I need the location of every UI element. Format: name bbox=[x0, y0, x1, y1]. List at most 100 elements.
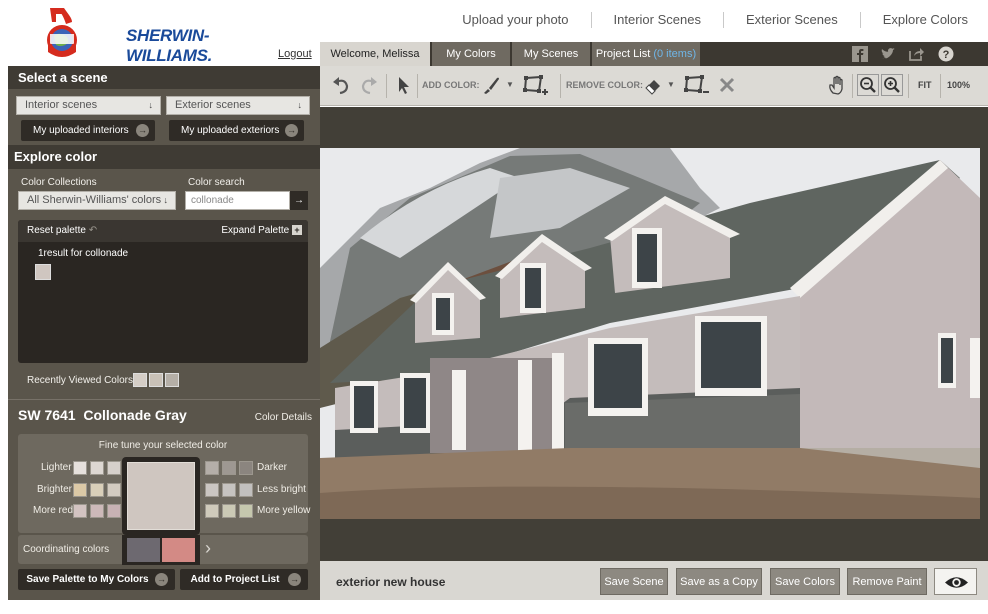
expand-palette-button[interactable]: Expand Palette + bbox=[221, 225, 302, 236]
more-red-label: More red bbox=[33, 505, 74, 516]
remove-paint-button[interactable]: Remove Paint bbox=[847, 568, 927, 595]
selected-color-name: Collonade Gray bbox=[83, 407, 187, 423]
zoom-in-icon[interactable] bbox=[881, 74, 903, 96]
top-navigation: Upload your photo Interior Scenes Exteri… bbox=[440, 12, 974, 28]
arrow-right-icon: → bbox=[288, 573, 301, 586]
canvas-top-margin bbox=[320, 107, 988, 148]
coordinating-colors-label: Coordinating colors bbox=[23, 544, 110, 555]
selected-color-code: SW 7641 bbox=[18, 407, 76, 423]
polygon-remove-icon[interactable] bbox=[682, 73, 710, 99]
house-photo-canvas[interactable] bbox=[320, 148, 980, 519]
scene-name: exterior new house bbox=[336, 575, 446, 589]
color-details-link[interactable]: Color Details bbox=[255, 412, 312, 423]
less-bright-swatch[interactable] bbox=[205, 483, 219, 497]
save-palette-button[interactable]: Save Palette to My Colors → bbox=[18, 569, 175, 590]
toolbar-separator bbox=[852, 74, 853, 98]
color-search-input[interactable]: collonade bbox=[185, 191, 290, 210]
search-go-button[interactable]: → bbox=[290, 191, 308, 210]
nav-exterior-scenes[interactable]: Exterior Scenes bbox=[724, 12, 861, 28]
svg-text:?: ? bbox=[943, 49, 950, 61]
chevron-right-icon[interactable]: › bbox=[205, 538, 211, 558]
my-uploaded-exteriors-button[interactable]: My uploaded exteriors → bbox=[169, 120, 304, 141]
canvas-bottom-margin bbox=[320, 519, 988, 561]
arrow-right-icon: → bbox=[136, 124, 149, 137]
more-yellow-swatch[interactable] bbox=[222, 504, 236, 518]
help-icon[interactable]: ? bbox=[938, 46, 954, 62]
nav-interior-scenes[interactable]: Interior Scenes bbox=[592, 12, 724, 28]
nav-explore-colors[interactable]: Explore Colors bbox=[861, 12, 974, 28]
preview-toggle-button[interactable] bbox=[934, 568, 977, 595]
nav-upload-photo[interactable]: Upload your photo bbox=[440, 12, 592, 28]
eraser-icon[interactable] bbox=[642, 74, 664, 96]
redo-icon[interactable] bbox=[358, 74, 380, 96]
interior-scenes-dropdown[interactable]: Interior scenes ↓ bbox=[16, 96, 161, 115]
twitter-icon[interactable] bbox=[880, 46, 896, 62]
paint-brush-icon[interactable] bbox=[480, 74, 502, 96]
zoom-out-icon[interactable] bbox=[857, 74, 879, 96]
scene-footer-bar: exterior new house Save Scene Save as a … bbox=[320, 561, 988, 600]
more-red-swatch[interactable] bbox=[107, 504, 121, 518]
close-icon[interactable] bbox=[716, 74, 738, 96]
share-icon[interactable] bbox=[908, 46, 924, 62]
recent-color-chip[interactable] bbox=[133, 373, 147, 387]
tab-project-list-label: Project List bbox=[595, 48, 651, 60]
result-count: 1result for bbox=[38, 248, 83, 259]
save-scene-button[interactable]: Save Scene bbox=[600, 568, 668, 595]
coordinating-color-chip[interactable] bbox=[127, 538, 160, 562]
tab-project-list[interactable]: Project List (0 items) bbox=[592, 42, 700, 66]
brighter-swatch[interactable] bbox=[90, 483, 104, 497]
result-color-chip[interactable] bbox=[35, 264, 51, 280]
more-yellow-swatch[interactable] bbox=[205, 504, 219, 518]
project-count: (0 items) bbox=[653, 48, 697, 60]
undo-icon[interactable] bbox=[330, 74, 352, 96]
arrow-right-icon: → bbox=[285, 124, 298, 137]
zoom-100-button[interactable]: 100% bbox=[947, 80, 970, 90]
brighter-swatch[interactable] bbox=[73, 483, 87, 497]
brighter-swatch[interactable] bbox=[107, 483, 121, 497]
coordinating-color-chip[interactable] bbox=[162, 538, 195, 562]
remove-color-label: REMOVE COLOR: bbox=[566, 80, 644, 90]
reset-palette-button[interactable]: Reset palette ↶ bbox=[27, 225, 97, 236]
my-uploaded-interiors-button[interactable]: My uploaded interiors → bbox=[21, 120, 155, 141]
tab-my-scenes[interactable]: My Scenes bbox=[512, 42, 590, 66]
logout-link[interactable]: Logout bbox=[278, 48, 312, 60]
select-scene-title: Select a scene bbox=[18, 70, 108, 85]
tab-welcome: Welcome, Melissa bbox=[320, 42, 430, 66]
lighter-swatch[interactable] bbox=[73, 461, 87, 475]
coordinating-colors-frame bbox=[122, 535, 200, 565]
undo-icon: ↶ bbox=[88, 225, 98, 236]
more-yellow-swatch[interactable] bbox=[239, 504, 253, 518]
chevron-down-icon[interactable]: ▼ bbox=[667, 80, 675, 89]
save-colors-button[interactable]: Save Colors bbox=[770, 568, 840, 595]
add-to-project-list-button[interactable]: Add to Project List → bbox=[180, 569, 308, 590]
recent-color-chip[interactable] bbox=[165, 373, 179, 387]
more-red-swatch[interactable] bbox=[73, 504, 87, 518]
less-bright-swatch[interactable] bbox=[239, 483, 253, 497]
pointer-icon[interactable] bbox=[392, 74, 414, 96]
polygon-add-icon[interactable] bbox=[521, 73, 549, 99]
exterior-scenes-dropdown[interactable]: Exterior scenes ↓ bbox=[166, 96, 310, 115]
toolbar-separator bbox=[417, 74, 418, 98]
fit-button[interactable]: FIT bbox=[918, 80, 932, 90]
more-red-swatch[interactable] bbox=[90, 504, 104, 518]
tab-my-colors[interactable]: My Colors bbox=[432, 42, 510, 66]
darker-swatch[interactable] bbox=[239, 461, 253, 475]
less-bright-swatch[interactable] bbox=[222, 483, 236, 497]
selected-color-frame bbox=[122, 457, 200, 535]
save-as-copy-button[interactable]: Save as a Copy bbox=[676, 568, 762, 595]
hand-pan-icon[interactable] bbox=[826, 74, 848, 96]
color-collections-value: All Sherwin-Williams' colors bbox=[27, 194, 162, 206]
color-collections-dropdown[interactable]: All Sherwin-Williams' colors ↓ bbox=[18, 191, 176, 210]
lighter-swatch[interactable] bbox=[107, 461, 121, 475]
result-term: collonade bbox=[85, 248, 129, 259]
sherwin-williams-logo[interactable]: SHERWIN-WILLIAMS. bbox=[42, 4, 262, 65]
expand-palette-label: Expand Palette bbox=[221, 225, 290, 236]
darker-swatch[interactable] bbox=[205, 461, 219, 475]
more-yellow-label: More yellow bbox=[257, 505, 311, 516]
darker-swatch[interactable] bbox=[222, 461, 236, 475]
facebook-icon[interactable] bbox=[852, 46, 868, 62]
toolbar-separator bbox=[386, 74, 387, 98]
chevron-down-icon[interactable]: ▼ bbox=[506, 80, 514, 89]
lighter-swatch[interactable] bbox=[90, 461, 104, 475]
recent-color-chip[interactable] bbox=[149, 373, 163, 387]
